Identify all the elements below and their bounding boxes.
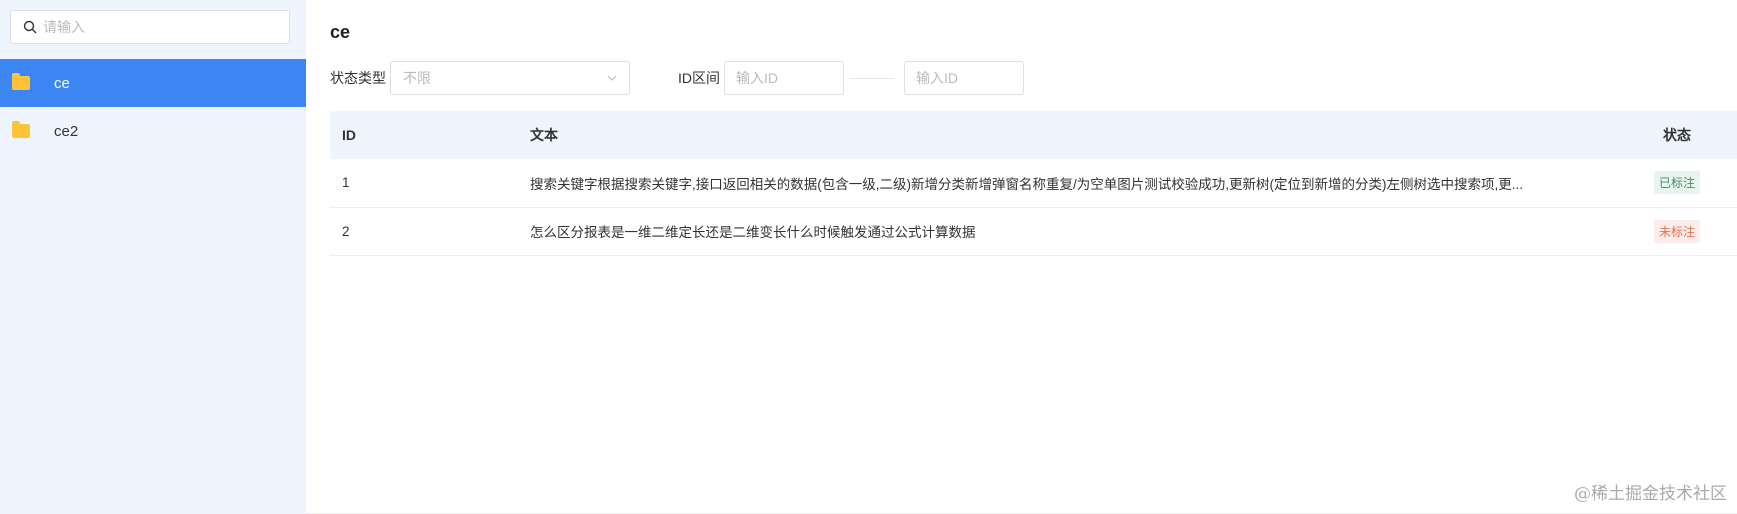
header-text: 文本 [530,111,1617,159]
cell-text: 搜索关键字根据搜索关键字,接口返回相关的数据(包含一级,二级)新增分类新增弹窗名… [530,159,1617,208]
data-table: ID 文本 状态 1 搜索关键字根据搜索关键字,接口返回相关的数据(包含一级,二… [330,111,1737,256]
page-title: ce [330,22,351,42]
status-type-select[interactable]: 不限 [390,61,630,95]
search-box[interactable] [10,10,290,44]
sidebar: ce ce2 [0,0,306,514]
status-badge: 未标注 [1653,219,1700,243]
watermark: @稀土掘金技术社区 [1574,484,1727,504]
cell-id: 2 [330,207,530,256]
table-row[interactable]: 1 搜索关键字根据搜索关键字,接口返回相关的数据(包含一级,二级)新增分类新增弹… [330,159,1737,208]
status-badge: 已标注 [1653,171,1700,195]
header-status: 状态 [1617,111,1737,159]
folder-icon [12,121,30,138]
search-icon [23,20,37,34]
id-range-label: ID区间 [678,70,720,86]
chevron-down-icon [607,75,617,81]
sidebar-item-label: ce [54,74,70,92]
filter-bar: 状态类型 不限 ID区间 [330,61,1024,95]
range-separator [850,77,894,79]
sidebar-item-label: ce2 [54,122,79,140]
table-row[interactable]: 2 怎么区分报表是一维二维定长还是二维变长什么时候触发通过公式计算数据 未标注 [330,207,1737,256]
sidebar-item-ce2[interactable]: ce2 [0,107,306,155]
cell-text: 怎么区分报表是一维二维定长还是二维变长什么时候触发通过公式计算数据 [530,207,1617,256]
table-header: ID 文本 状态 [330,111,1737,159]
cell-id: 1 [330,159,530,208]
sidebar-item-ce[interactable]: ce [0,59,306,107]
id-to-input[interactable] [904,61,1024,95]
id-from-input[interactable] [724,61,844,95]
status-type-label: 状态类型 [330,70,386,86]
search-input[interactable] [43,19,263,35]
status-type-value: 不限 [403,70,431,86]
header-id: ID [330,111,530,159]
folder-icon [12,73,30,90]
main-panel: ce 状态类型 不限 ID区间 ID 文本 状态 1 搜索关键字根据搜索关键字,… [306,0,1737,514]
